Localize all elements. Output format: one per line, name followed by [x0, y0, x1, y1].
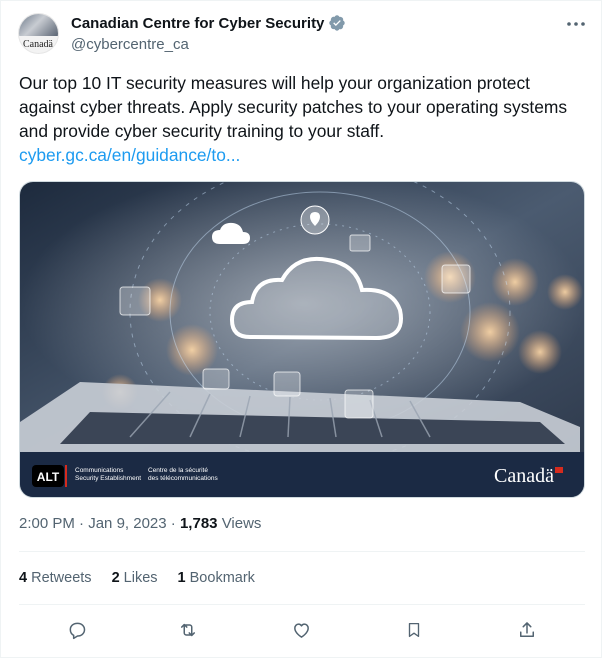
avatar[interactable]: Canadä [18, 13, 59, 54]
likes-label: Likes [123, 570, 158, 586]
author-handle[interactable]: @cybercentre_ca [71, 36, 189, 53]
tweet-card: Canadä Canadian Centre for Cyber Securit… [0, 0, 602, 658]
alt-badge: ALT [37, 470, 60, 484]
divider [19, 551, 585, 552]
retweets-label: Retweets [31, 570, 92, 586]
verified-badge-icon[interactable] [328, 14, 346, 32]
tweet-time[interactable]: 2:00 PM [19, 515, 75, 532]
avatar-photo [19, 14, 58, 36]
canada-wordmark: Canadä [494, 465, 554, 487]
tweet-image[interactable]: ALT Communications Security Establishmen… [19, 181, 585, 498]
tweet-link[interactable]: cyber.gc.ca/en/guidance/to... [19, 145, 240, 165]
like-icon[interactable] [286, 615, 316, 645]
retweets-stat[interactable]: 4 Retweets [19, 570, 92, 586]
retweets-count: 4 [19, 570, 28, 586]
tweet-meta: 2:00 PM · Jan 9, 2023 · 1,783 Views [19, 515, 261, 532]
divider-2 [19, 604, 585, 605]
cse-fr-line1: Centre de la sécurité [148, 467, 208, 474]
action-bar [1, 613, 603, 647]
views-label: Views [221, 515, 262, 532]
retweet-icon[interactable] [173, 615, 203, 645]
tweet-body: Our top 10 IT security measures will hel… [19, 71, 589, 167]
cse-en-line2: Security Establishment [75, 475, 141, 482]
tweet-date[interactable]: Jan 9, 2023 [88, 515, 166, 532]
bookmarks-count: 1 [177, 570, 186, 586]
cse-en-line1: Communications [75, 467, 124, 474]
likes-stat[interactable]: 2 Likes [112, 570, 158, 586]
author-row: Canadian Centre for Cyber Security [71, 14, 346, 32]
meta-separator-2: · [170, 515, 176, 532]
views-count: 1,783 [179, 515, 218, 532]
bookmark-icon[interactable] [399, 615, 429, 645]
cse-fr-line2: des télécommunications [148, 475, 218, 482]
avatar-wordmark: Canadä [23, 39, 53, 50]
tweet-text: Our top 10 IT security measures will hel… [19, 73, 568, 141]
bookmarks-stat[interactable]: 1 Bookmark [178, 570, 255, 586]
reply-icon[interactable] [62, 615, 92, 645]
share-icon[interactable] [512, 615, 542, 645]
more-icon[interactable] [561, 11, 591, 37]
meta-separator: · [79, 515, 85, 532]
bookmarks-label: Bookmark [189, 570, 255, 586]
cloud-laptop-illustration: ALT Communications Security Establishmen… [20, 182, 584, 497]
author-name[interactable]: Canadian Centre for Cyber Security [71, 15, 324, 32]
likes-count: 2 [111, 570, 120, 586]
engagement-stats: 4 Retweets 2 Likes 1 Bookmark [19, 570, 255, 586]
